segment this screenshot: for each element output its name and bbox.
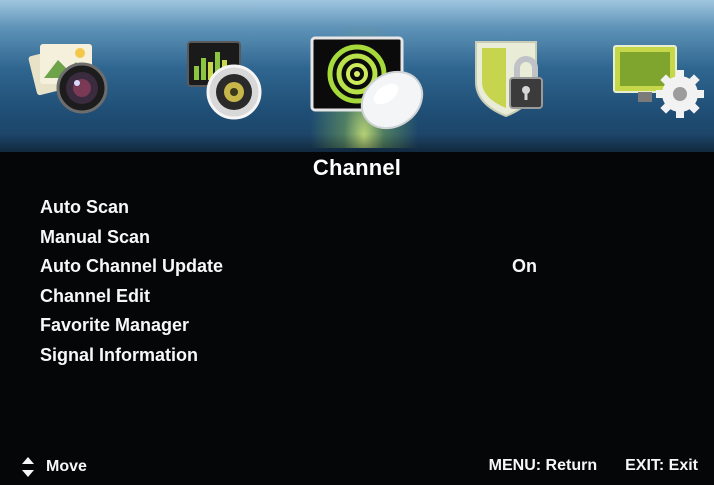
menu-item-channel-edit[interactable]: Channel Edit: [40, 282, 670, 312]
move-hint: Move: [22, 457, 87, 477]
footer-hint-bar: Move MENU: Return EXIT: Exit: [0, 452, 714, 482]
picture-icon: [28, 44, 108, 114]
auto-channel-update-value: On: [512, 256, 537, 276]
menu-item-label: Channel Edit: [40, 285, 151, 306]
menu-item-manual-scan[interactable]: Manual Scan: [40, 223, 670, 253]
channel-menu: Auto Scan Manual Scan Auto Channel Updat…: [40, 193, 670, 370]
channel-icon: [310, 36, 424, 130]
exit-hint: EXIT: Exit: [625, 457, 698, 474]
move-hint-label: Move: [46, 458, 87, 475]
menu-return-hint: MENU: Return: [488, 457, 598, 474]
up-down-arrow-icon: [22, 457, 34, 477]
menu-item-label: Manual Scan: [40, 226, 151, 247]
category-tab-bar: [0, 0, 714, 152]
menu-item-label: Signal Information: [40, 344, 199, 365]
setup-icon: [613, 45, 704, 118]
section-title: Channel: [312, 155, 402, 180]
menu-item-auto-channel-update[interactable]: Auto Channel Update On: [40, 252, 670, 282]
lock-icon: [475, 41, 543, 118]
tab-picture[interactable]: [2, 0, 130, 148]
tab-setup[interactable]: [592, 0, 714, 148]
menu-item-label: Favorite Manager: [40, 315, 190, 335]
sound-icon: [187, 41, 262, 120]
menu-item-label: Auto Channel Update: [40, 256, 223, 276]
menu-item-favorite-manager[interactable]: Favorite Manager: [40, 311, 670, 341]
menu-item-auto-scan[interactable]: Auto Scan: [40, 193, 670, 223]
tab-lock[interactable]: [448, 0, 576, 148]
menu-item-label: Auto Scan: [40, 197, 130, 217]
tab-channel[interactable]: [300, 0, 428, 148]
menu-item-signal-information[interactable]: Signal Information: [40, 341, 670, 371]
tab-sound[interactable]: [160, 0, 288, 148]
